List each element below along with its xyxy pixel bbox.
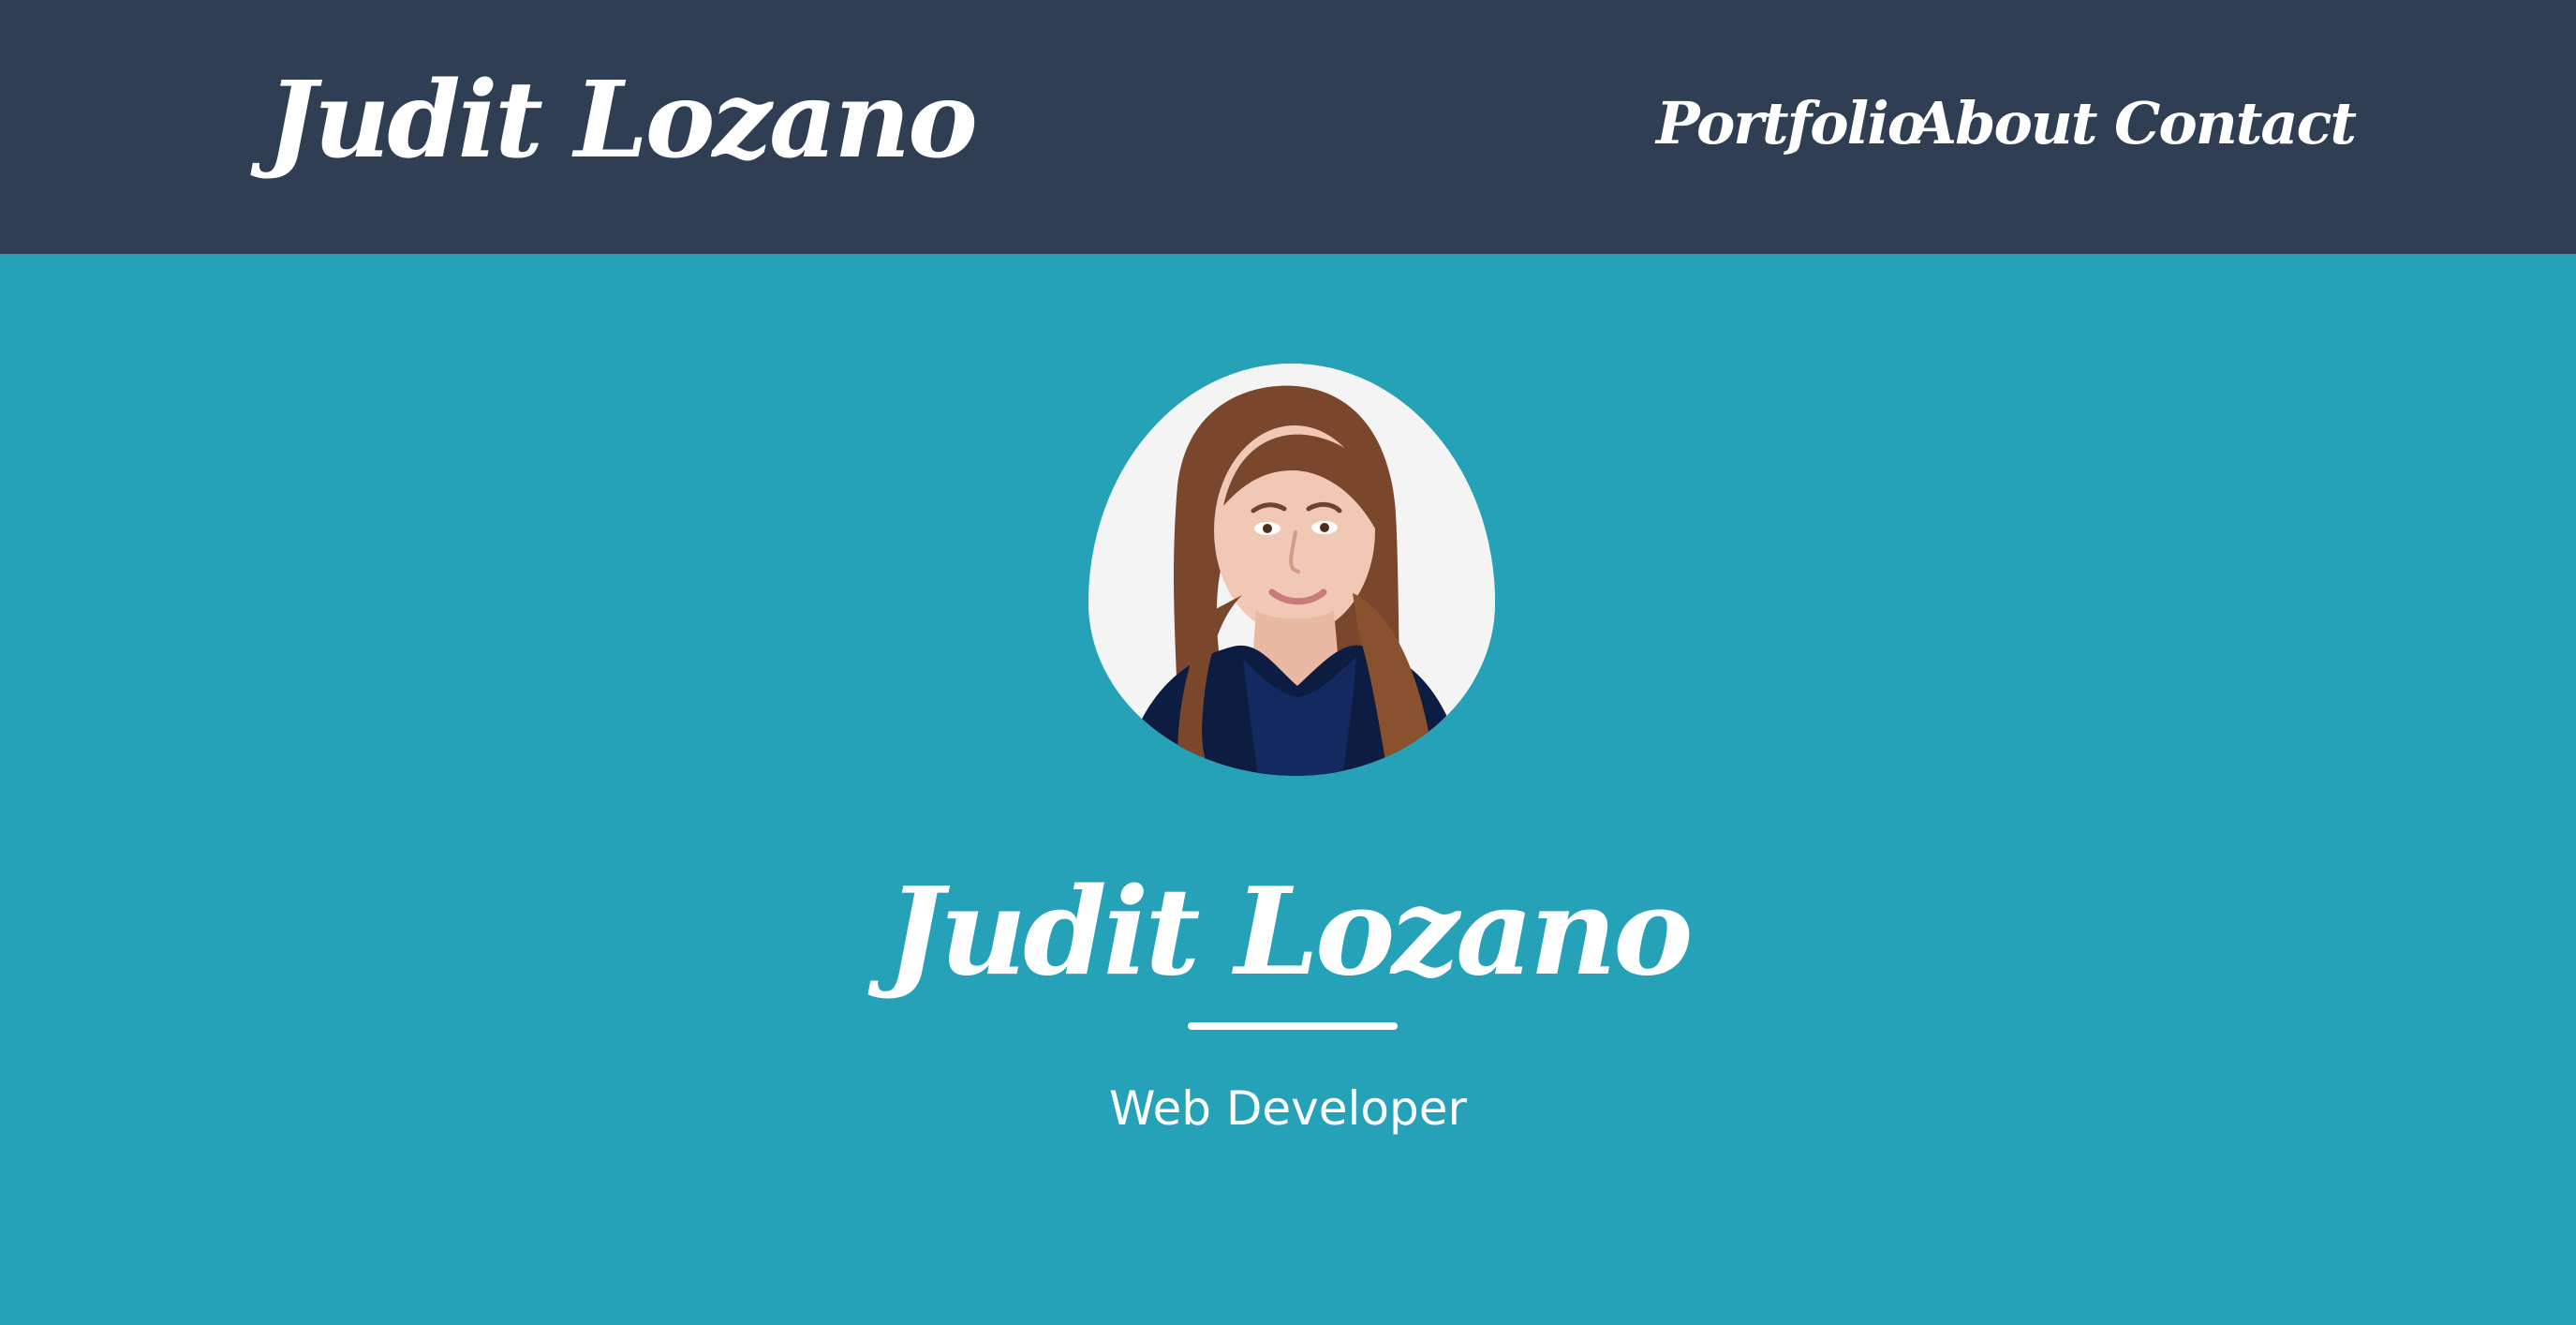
hero-name: Judit Lozano [886, 862, 1694, 1003]
nav-link-contact[interactable]: Contact [2114, 86, 2357, 161]
name-divider [1188, 1022, 1398, 1030]
nav-link-about[interactable]: About [1912, 86, 2098, 161]
hero-subtitle: Web Developer [1108, 1081, 1468, 1136]
site-header: Judit Lozano Portfolio About Contact [0, 0, 2576, 254]
nav-link-portfolio[interactable]: Portfolio [1656, 86, 1926, 161]
brand-link[interactable]: Judit Lozano [267, 60, 978, 182]
